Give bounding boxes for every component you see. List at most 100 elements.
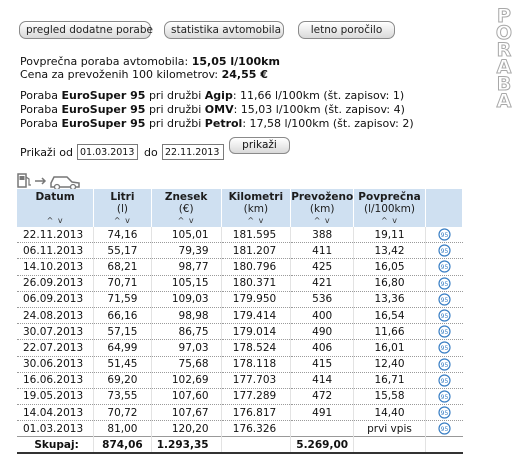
total-cell-empty	[425, 436, 463, 454]
column-header[interactable]: Kilometri (km) ^ v	[221, 189, 292, 227]
row-amount: 107,60	[151, 388, 222, 406]
fuel-95-icon[interactable]: 95	[425, 242, 463, 260]
additional-consumption-button[interactable]: pregled dodatne porabe	[19, 21, 153, 39]
row-liters: 73,55	[93, 388, 152, 406]
row-average: 19,11	[353, 227, 426, 244]
station-text: : 11,66 l/100km (št. zapisov: 1)	[232, 89, 405, 102]
brand-logo-letter: A	[496, 90, 512, 112]
row-average: 16,71	[353, 372, 426, 389]
from-label: Prikaži od	[20, 146, 73, 159]
row-liters: 55,17	[93, 242, 152, 260]
column-header[interactable]: Datum ^ v	[17, 189, 95, 227]
row-odometer: 180.371	[221, 275, 292, 292]
fuel-95-icon[interactable]: 95	[425, 258, 463, 276]
fuel-95-icon[interactable]: 95	[425, 356, 463, 373]
row-odometer: 181.207	[221, 242, 292, 260]
svg-text:95: 95	[440, 297, 448, 304]
sort-arrows-icon[interactable]: ^ v	[17, 215, 93, 227]
row-amount: 107,67	[151, 404, 222, 422]
from-date-input[interactable]: 01.03.2013	[77, 144, 138, 160]
column-title: Znesek	[164, 191, 208, 203]
column-header[interactable]: Prevoženo (km) ^ v	[290, 189, 355, 227]
total-cell	[221, 436, 292, 454]
row-average: 16,80	[353, 275, 426, 292]
row-average: 11,66	[353, 323, 426, 341]
cost-per-100km-line: Cena za prevoženih 100 kilometrov: 24,55…	[20, 68, 268, 82]
fuel-95-icon[interactable]: 95	[425, 420, 463, 438]
row-date: 06.11.2013	[17, 242, 95, 260]
column-title: Kilometri	[228, 191, 284, 203]
cost-per-100km-value: 24,55 €	[221, 68, 268, 81]
column-header[interactable]: Povprečna (l/100km) ^ v	[353, 189, 426, 227]
row-distance: 421	[290, 275, 355, 292]
row-amount: 105,15	[151, 275, 222, 292]
row-average: 13,42	[353, 242, 426, 260]
fuel-95-icon[interactable]: 95	[425, 372, 463, 389]
column-unit: (km)	[309, 203, 335, 215]
row-date: 01.03.2013	[17, 420, 95, 438]
row-amount: 120,20	[151, 420, 222, 438]
row-date: 30.07.2013	[17, 323, 95, 341]
row-odometer: 179.014	[221, 323, 292, 341]
fuel-95-icon[interactable]: 95	[425, 227, 463, 244]
fuel-95-icon[interactable]: 95	[425, 323, 463, 341]
row-distance: 406	[290, 339, 355, 357]
row-date: 26.09.2013	[17, 275, 95, 292]
table-row: 22.11.2013 74,16 105,01 181.595 388 19,11 95	[17, 227, 463, 244]
column-unit: (km)	[243, 203, 269, 215]
svg-text:95: 95	[440, 345, 448, 352]
row-average: 13,36	[353, 291, 426, 308]
row-average: 16,05	[353, 258, 426, 276]
fuel-95-icon[interactable]: 95	[425, 404, 463, 422]
row-liters: 74,16	[93, 227, 152, 244]
column-header[interactable]: Znesek (€) ^ v	[151, 189, 222, 227]
row-amount: 98,77	[151, 258, 222, 276]
row-average: 12,40	[353, 356, 426, 373]
sort-arrows-icon[interactable]: ^ v	[222, 215, 291, 227]
fuel-95-icon[interactable]: 95	[425, 339, 463, 357]
table-row: 06.11.2013 55,17 79,39 181.207 411 13,42 95	[17, 242, 463, 260]
sort-arrows-icon[interactable]: ^ v	[291, 215, 353, 227]
to-date-input[interactable]: 22.11.2013	[162, 144, 224, 160]
fuel-95-icon[interactable]: 95	[425, 291, 463, 308]
row-distance	[290, 420, 355, 438]
fuel-95-icon[interactable]: 95	[425, 388, 463, 406]
row-odometer: 179.414	[221, 307, 292, 325]
row-liters: 70,72	[93, 404, 152, 422]
fuel-type: EuroSuper 95	[61, 89, 146, 102]
row-liters: 70,71	[93, 275, 152, 292]
sort-arrows-icon[interactable]: ^ v	[354, 215, 425, 227]
column-header[interactable]: Litri (l) ^ v	[93, 189, 152, 227]
row-odometer: 178.524	[221, 339, 292, 357]
row-odometer: 176.326	[221, 420, 292, 438]
row-date: 14.04.2013	[17, 404, 95, 422]
table-row: 30.07.2013 57,15 86,75 179.014 490 11,66 95	[17, 323, 463, 341]
column-title: Datum	[35, 191, 75, 203]
station-text: Poraba	[20, 117, 62, 130]
table-row: 26.09.2013 70,71 105,15 180.371 421 16,80 95	[17, 275, 463, 292]
fuel-95-icon[interactable]: 95	[425, 307, 463, 325]
row-liters: 64,99	[93, 339, 152, 357]
station-consumption-line: Poraba EuroSuper 95 pri družbi OMV: 15,0…	[20, 103, 405, 117]
svg-text:95: 95	[440, 248, 448, 255]
row-distance: 388	[290, 227, 355, 244]
show-button[interactable]: prikaži	[229, 137, 290, 154]
table-row: 14.04.2013 70,72 107,67 176.817 491 14,40 95	[17, 404, 463, 422]
sort-arrows-icon[interactable]: ^ v	[152, 215, 221, 227]
to-label: do	[144, 146, 158, 159]
table-row: 19.05.2013 73,55 107,60 177.289 472 15,58 95	[17, 388, 463, 406]
row-amount: 86,75	[151, 323, 222, 341]
station-text: Poraba	[20, 103, 62, 116]
car-statistics-button[interactable]: statistika avtomobila	[164, 21, 284, 39]
fuel-95-icon[interactable]: 95	[425, 275, 463, 292]
svg-text:95: 95	[440, 313, 448, 320]
row-date: 19.05.2013	[17, 388, 95, 406]
row-distance: 411	[290, 242, 355, 260]
row-average: prvi vpis	[353, 420, 426, 438]
sort-arrows-icon[interactable]: ^ v	[94, 215, 151, 227]
row-distance: 536	[290, 291, 355, 308]
table-row: 06.09.2013 71,59 109,03 179.950 536 13,36 95	[17, 291, 463, 308]
annual-report-button[interactable]: letno poročilo	[298, 21, 395, 39]
svg-text:95: 95	[440, 232, 448, 239]
row-average: 16,01	[353, 339, 426, 357]
